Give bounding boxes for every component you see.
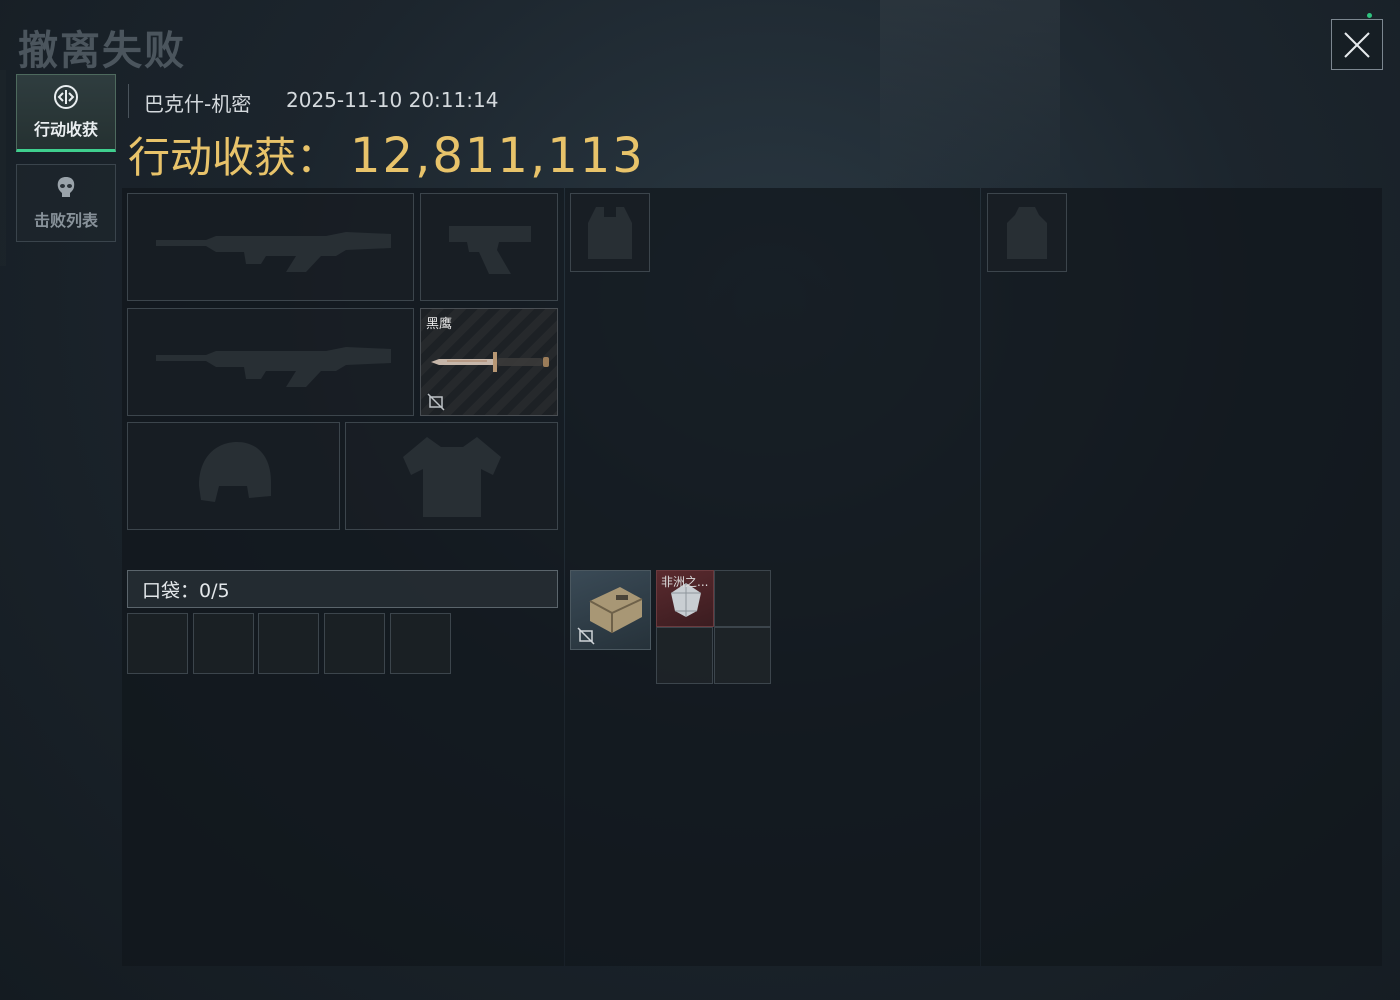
secondary-weapon-slot[interactable]: [127, 308, 414, 416]
timestamp: 2025-11-10 20:11:14: [286, 88, 499, 112]
sidebar-edge: [0, 70, 6, 266]
loot-value: 12,811,113: [350, 128, 645, 184]
knife-icon: [431, 352, 549, 372]
pocket-slot[interactable]: [258, 613, 319, 674]
tab-kill-list[interactable]: 击败列表: [16, 164, 116, 242]
armor-icon: [402, 437, 501, 517]
page-title: 撤离失败: [18, 28, 186, 74]
no-trade-icon: [427, 393, 445, 411]
pocket-label: 口袋：0/5: [142, 579, 230, 602]
pocket-slot[interactable]: [324, 613, 385, 674]
divider: [128, 84, 129, 118]
item-name: 非洲之...: [661, 575, 709, 589]
loot-total: 行动收获： 12,811,113: [128, 124, 645, 185]
primary-weapon-slot[interactable]: [127, 193, 414, 301]
pocket-slot[interactable]: [193, 613, 254, 674]
armor-slot[interactable]: [345, 422, 558, 530]
grid-cell[interactable]: [714, 627, 771, 684]
pocket-header: 口袋：0/5: [127, 570, 558, 608]
rifle-icon: [155, 232, 391, 272]
close-button[interactable]: [1331, 19, 1383, 70]
loot-label: 行动收获：: [128, 133, 339, 182]
tab-loot-label: 行动收获: [33, 120, 98, 139]
vest-icon: [588, 206, 632, 259]
melee-slot[interactable]: 黑鹰: [420, 308, 558, 416]
tab-loot[interactable]: 行动收获: [16, 74, 116, 152]
backpack-panel: [981, 188, 1382, 966]
skull-icon: [57, 177, 75, 197]
backpack-icon: [1007, 206, 1047, 259]
pistol-icon: [449, 226, 531, 274]
inventory-item-case[interactable]: [570, 570, 651, 650]
background-decoration: [880, 0, 1060, 190]
grid-cell[interactable]: [714, 570, 771, 627]
grid-cell[interactable]: [656, 627, 713, 684]
pocket-slot[interactable]: [390, 613, 451, 674]
map-name: 巴克什-机密: [144, 92, 252, 116]
pistol-slot[interactable]: [420, 193, 558, 301]
pocket-slot[interactable]: [127, 613, 188, 674]
backpack-slot[interactable]: [987, 193, 1067, 272]
close-icon: [1344, 31, 1370, 58]
notification-dot: [1367, 13, 1372, 18]
helmet-icon: [198, 442, 271, 502]
rifle-icon: [155, 347, 391, 387]
inventory-item-diamond[interactable]: 非洲之...: [656, 570, 714, 627]
no-trade-icon: [577, 627, 595, 645]
tab-kill-list-label: 击败列表: [33, 211, 98, 230]
chest-rig-slot[interactable]: [570, 193, 650, 272]
melee-name: 黑鹰: [426, 317, 453, 332]
helmet-slot[interactable]: [127, 422, 340, 530]
loot-icon: [54, 85, 78, 109]
